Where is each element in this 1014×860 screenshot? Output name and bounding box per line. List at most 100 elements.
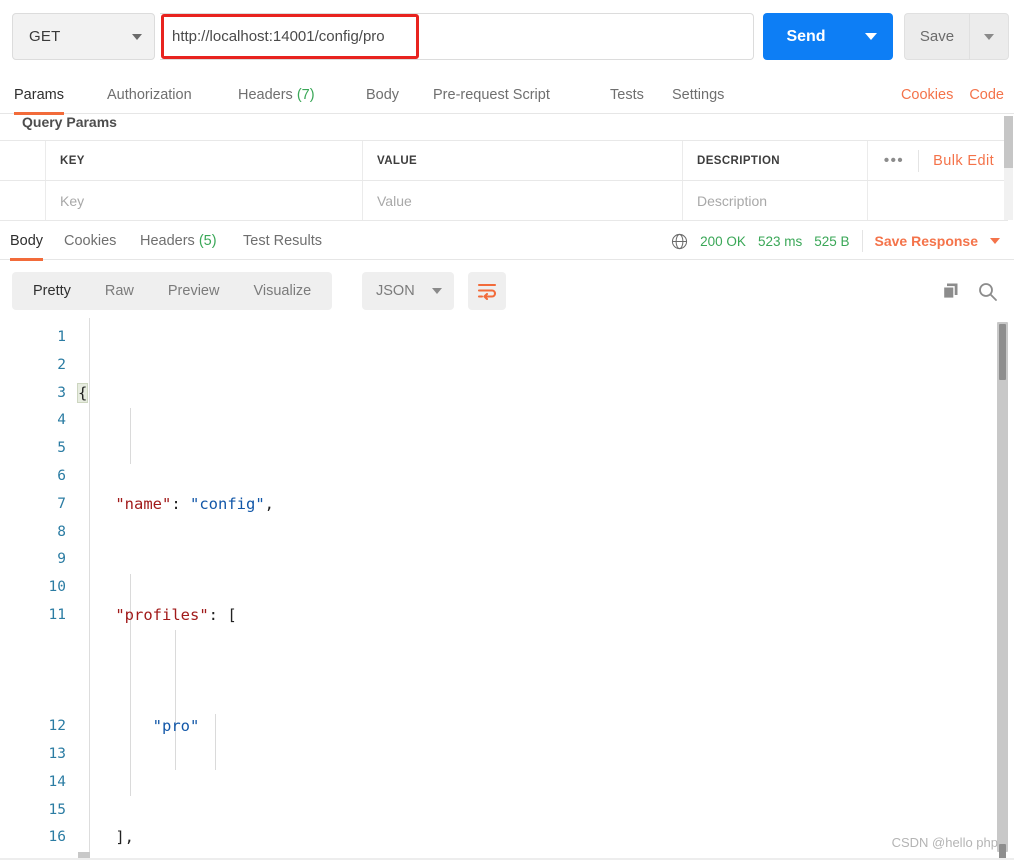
- json-key: "name": [115, 494, 172, 513]
- tab-headers[interactable]: Headers (7): [238, 76, 315, 114]
- line-number: 13: [48, 745, 66, 762]
- json-code-content: { "name": "config", "profiles": [ "pro" …: [76, 324, 978, 860]
- header-description: DESCRIPTION: [683, 141, 868, 180]
- save-response-button[interactable]: Save Response: [875, 233, 979, 249]
- response-body-json-viewer[interactable]: 1 2 3 4 5 6 7 8 9 10 11 12 13 14 15 16 1…: [0, 318, 1014, 860]
- header-actions: ••• Bulk Edit: [868, 141, 1008, 180]
- code-line-4: "pro": [78, 713, 978, 741]
- code-link[interactable]: Code: [969, 87, 1004, 103]
- divider: [0, 220, 1008, 221]
- key-input[interactable]: Key: [46, 181, 363, 220]
- line-number: 7: [57, 495, 66, 512]
- json-punct: [: [227, 605, 237, 624]
- json-punct: ],: [115, 828, 134, 847]
- send-options-button[interactable]: [849, 13, 893, 60]
- watermark-text: CSDN @hello php: [891, 835, 998, 850]
- chevron-down-icon: [132, 33, 142, 40]
- tab-response-headers[interactable]: Headers (5): [140, 222, 217, 260]
- tab-response-body[interactable]: Body: [10, 222, 44, 261]
- query-params-table: KEY VALUE DESCRIPTION ••• Bulk Edit Key …: [0, 140, 1008, 220]
- globe-icon[interactable]: [671, 233, 688, 250]
- value-input[interactable]: Value: [363, 181, 683, 220]
- cookies-link[interactable]: Cookies: [901, 87, 953, 103]
- view-visualize[interactable]: Visualize: [236, 272, 328, 310]
- chevron-down-icon: [984, 33, 994, 40]
- tab-label: Body: [10, 233, 44, 249]
- response-tabs: Body Cookies Headers (5) Test Results 200…: [0, 222, 1014, 261]
- response-body-toolbar: Pretty Raw Preview Visualize JSON: [0, 266, 1014, 318]
- response-meta: 200 OK 523 ms 525 B Save Response: [671, 222, 1000, 260]
- header-key: KEY: [46, 141, 363, 180]
- chevron-down-icon: [432, 288, 442, 294]
- row-checkbox-cell[interactable]: [0, 181, 46, 220]
- search-icon[interactable]: [977, 281, 998, 302]
- save-options-button[interactable]: [969, 13, 1009, 60]
- url-input-value: http://localhost:14001/config/pro: [172, 28, 385, 45]
- line-number: 16: [48, 829, 66, 846]
- bulk-edit-button[interactable]: Bulk Edit: [933, 153, 994, 169]
- json-punct: ,: [264, 494, 274, 513]
- tab-authorization[interactable]: Authorization: [107, 76, 192, 114]
- body-format-label: JSON: [376, 283, 415, 299]
- chevron-down-icon: [865, 33, 877, 40]
- tab-body[interactable]: Body: [366, 76, 399, 114]
- response-body-actions: [941, 272, 998, 310]
- tab-label: Params: [14, 87, 64, 103]
- tab-response-cookies[interactable]: Cookies: [64, 222, 116, 260]
- line-number: 8: [57, 523, 66, 540]
- tab-settings[interactable]: Settings: [672, 76, 724, 114]
- chevron-down-icon[interactable]: [990, 238, 1000, 244]
- tab-label: Pre-request Script: [433, 87, 550, 103]
- header-value: VALUE: [363, 141, 683, 180]
- line-number: 5: [57, 440, 66, 457]
- line-number: 6: [57, 467, 66, 484]
- tab-label: Headers: [140, 233, 195, 249]
- divider: [918, 149, 920, 172]
- tab-label: Test Results: [243, 233, 322, 249]
- tab-label: Authorization: [107, 87, 192, 103]
- status-badge: 200 OK: [700, 233, 746, 249]
- code-line-2: "name": "config",: [78, 491, 978, 519]
- view-pretty[interactable]: Pretty: [16, 272, 88, 310]
- query-params-heading: Query Params: [22, 114, 117, 130]
- http-method-selector[interactable]: GET: [12, 13, 155, 60]
- json-punct: :: [171, 494, 190, 513]
- response-time: 523 ms: [757, 233, 803, 249]
- copy-icon[interactable]: [941, 281, 961, 301]
- tab-params[interactable]: Params: [14, 76, 64, 115]
- scrollbar-thumb[interactable]: [999, 324, 1006, 380]
- code-line-1: {: [76, 380, 978, 408]
- code-line-3: "profiles": [: [78, 602, 978, 630]
- response-size: 525 B: [814, 233, 850, 249]
- word-wrap-toggle[interactable]: [468, 272, 506, 310]
- scrollbar-thumb[interactable]: [1004, 116, 1013, 168]
- view-raw[interactable]: Raw: [88, 272, 151, 310]
- line-number: 4: [57, 412, 66, 429]
- tab-test-results[interactable]: Test Results: [243, 222, 322, 260]
- send-button[interactable]: Send: [763, 13, 849, 60]
- tab-pre-request-script[interactable]: Pre-request Script: [433, 76, 550, 114]
- code-line-5: ],: [78, 824, 978, 852]
- tab-tests[interactable]: Tests: [610, 76, 644, 114]
- description-input[interactable]: Description: [683, 181, 868, 220]
- divider: [861, 230, 863, 252]
- row-actions: [868, 181, 1008, 220]
- json-punct: :: [208, 605, 228, 624]
- line-number: 15: [48, 801, 66, 818]
- response-body-scrollbar[interactable]: [997, 322, 1008, 860]
- save-button[interactable]: Save: [904, 13, 969, 60]
- view-preview[interactable]: Preview: [151, 272, 237, 310]
- header-checkbox-cell: [0, 141, 46, 180]
- table-row: Key Value Description: [0, 180, 1008, 220]
- body-format-selector[interactable]: JSON: [362, 272, 454, 310]
- url-input[interactable]: http://localhost:14001/config/pro: [160, 13, 754, 60]
- params-scrollbar[interactable]: [1004, 116, 1013, 220]
- json-token: {: [76, 382, 89, 403]
- request-tabs: Params Authorization Headers (7) Body Pre…: [0, 76, 1014, 115]
- line-number: 10: [48, 579, 66, 596]
- tab-label: Body: [366, 87, 400, 103]
- tab-label: Cookies: [64, 233, 117, 249]
- line-number: 11: [48, 606, 66, 623]
- more-options-icon[interactable]: •••: [884, 152, 904, 169]
- line-number-gutter: 1 2 3 4 5 6 7 8 9 10 11 12 13 14 15 16 1…: [0, 318, 78, 860]
